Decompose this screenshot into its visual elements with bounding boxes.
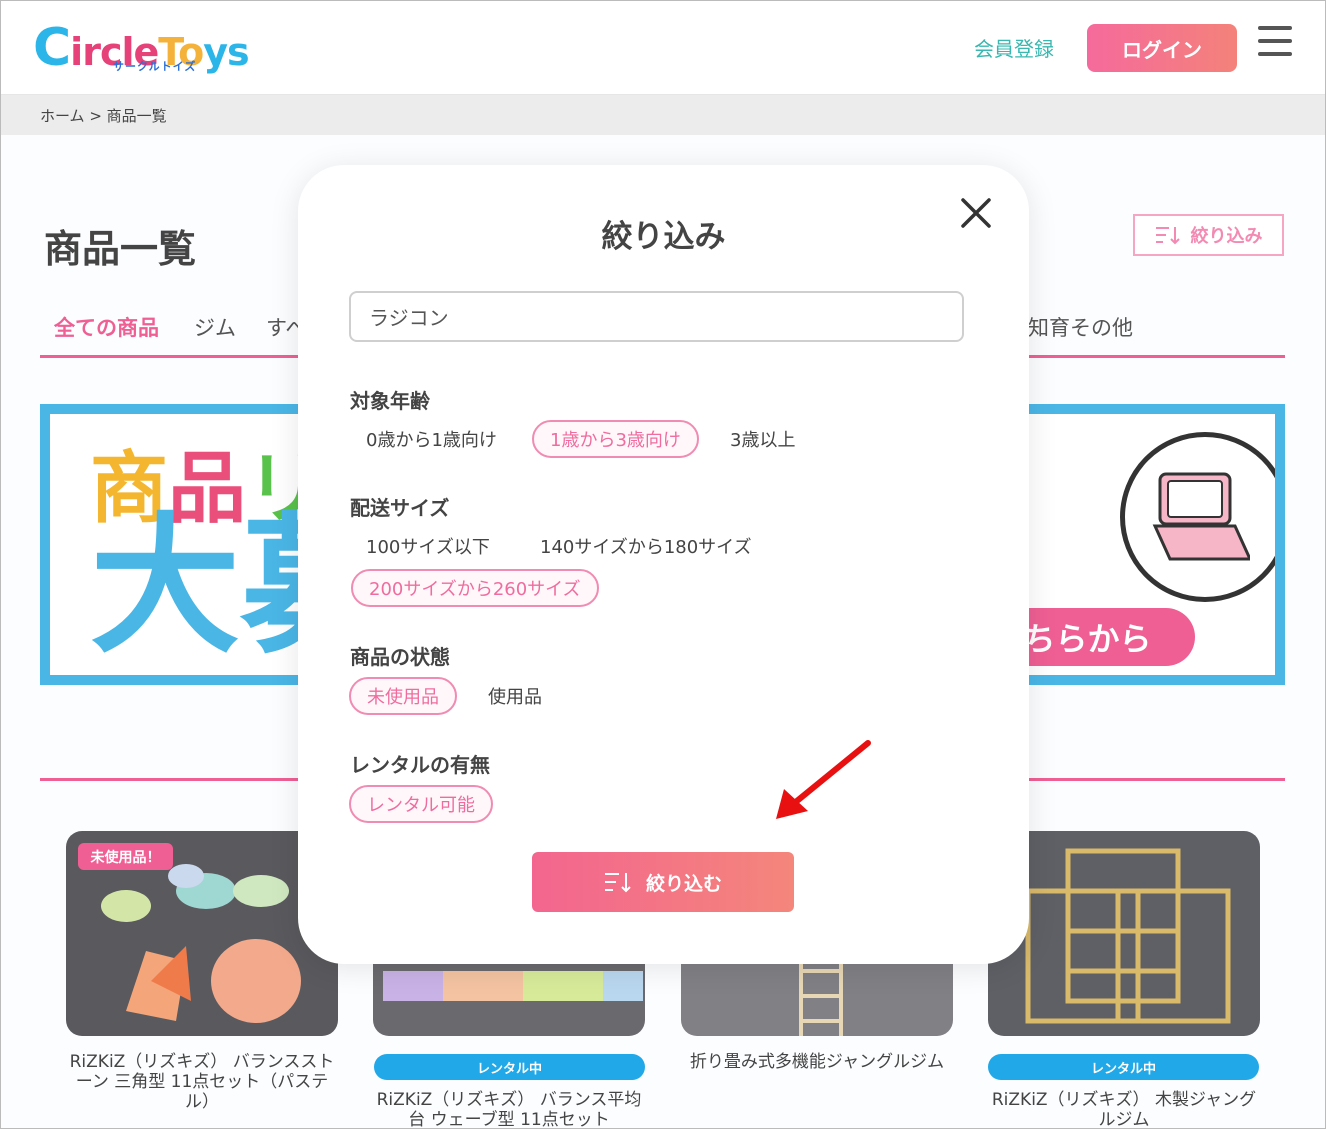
tab-gym[interactable]: ジム bbox=[194, 312, 236, 342]
option-age-0-1[interactable]: 0歳から1歳向け bbox=[350, 420, 513, 458]
product-title[interactable]: 折り畳み式多機能ジャングルジム bbox=[681, 1052, 953, 1072]
option-age-1-3[interactable]: 1歳から3歳向け bbox=[532, 420, 699, 458]
open-filter-label: 絞り込み bbox=[1190, 226, 1263, 247]
tab-all-products[interactable]: 全ての商品 bbox=[54, 312, 159, 342]
filter-sort-icon bbox=[604, 873, 631, 893]
option-age-3-plus[interactable]: 3歳以上 bbox=[714, 420, 811, 458]
section-label-condition: 商品の状態 bbox=[350, 645, 450, 669]
keyword-search-input[interactable] bbox=[349, 291, 964, 342]
option-size-100[interactable]: 100サイズ以下 bbox=[350, 527, 506, 565]
section-label-age: 対象年齢 bbox=[350, 389, 430, 413]
option-used[interactable]: 使用品 bbox=[472, 677, 558, 715]
option-size-200-260[interactable]: 200サイズから260サイズ bbox=[351, 569, 599, 607]
option-unused[interactable]: 未使用品 bbox=[349, 677, 457, 715]
product-title[interactable]: RiZKiZ（リズキズ） 木製ジャングルジム bbox=[988, 1090, 1260, 1129]
rental-badge: レンタル中 bbox=[374, 1054, 645, 1080]
unused-badge: 未使用品！ bbox=[78, 843, 173, 870]
product-title[interactable]: RiZKiZ（リズキズ） バランスストーン 三角型 11点セット（パステル） bbox=[66, 1052, 338, 1112]
tab-educational-other[interactable]: 知育その他 bbox=[1028, 312, 1133, 342]
register-link[interactable]: 会員登録 bbox=[974, 33, 1054, 62]
close-icon[interactable] bbox=[958, 195, 994, 231]
page-title: 商品一覧 bbox=[44, 227, 197, 271]
filter-modal: 絞り込み 対象年齢 0歳から1歳向け 1歳から3歳向け 3歳以上 配送サイズ 1… bbox=[298, 165, 1029, 964]
red-arrow-annotation bbox=[776, 740, 871, 819]
option-rental-available[interactable]: レンタル可能 bbox=[349, 785, 493, 823]
open-filter-button[interactable]: 絞り込み bbox=[1133, 214, 1284, 256]
modal-title: 絞り込み bbox=[601, 219, 726, 255]
apply-filter-button[interactable]: 絞り込む bbox=[532, 852, 794, 912]
apply-filter-label: 絞り込む bbox=[645, 872, 722, 895]
section-label-shipping-size: 配送サイズ bbox=[350, 496, 450, 520]
laptop-icon bbox=[1152, 472, 1250, 561]
filter-sort-icon bbox=[1155, 227, 1180, 245]
rental-badge: レンタル中 bbox=[988, 1054, 1259, 1080]
breadcrumb: ホーム > 商品一覧 bbox=[0, 95, 1326, 135]
logo-subtitle: サークルトイズ bbox=[113, 60, 197, 73]
hamburger-menu-icon[interactable] bbox=[1258, 26, 1292, 56]
section-label-rental: レンタルの有無 bbox=[350, 753, 490, 777]
site-header: CircleToys サークルトイズ 会員登録 ログイン bbox=[0, 0, 1326, 95]
logo[interactable]: CircleToys サークルトイズ bbox=[33, 18, 250, 78]
product-title[interactable]: RiZKiZ（リズキズ） バランス平均台 ウェーブ型 11点セット bbox=[373, 1090, 645, 1129]
option-size-140-180[interactable]: 140サイズから180サイズ bbox=[524, 527, 768, 565]
login-button[interactable]: ログイン bbox=[1087, 24, 1237, 72]
